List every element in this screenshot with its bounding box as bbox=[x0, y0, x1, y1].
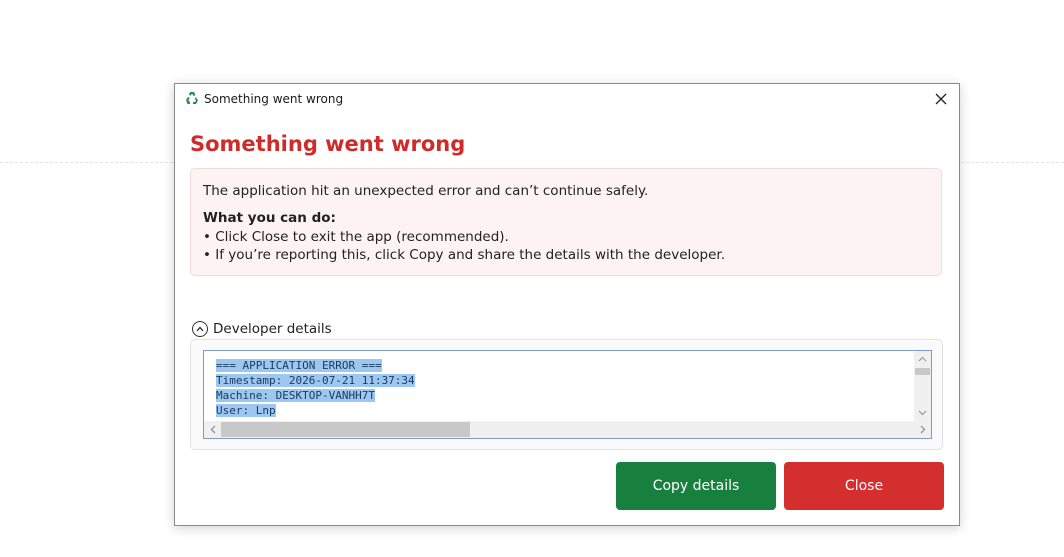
developer-details-toggle[interactable]: Developer details bbox=[192, 319, 332, 339]
title-bar: Something went wrong bbox=[175, 84, 959, 114]
error-log: === APPLICATION ERROR === Timestamp: 202… bbox=[216, 358, 415, 418]
window-title: Something went wrong bbox=[204, 92, 344, 106]
bullet-item: • Click Close to exit the app (recommend… bbox=[203, 229, 509, 245]
what-you-can-do-heading: What you can do: bbox=[203, 210, 336, 226]
horizontal-scrollbar[interactable] bbox=[204, 421, 931, 438]
copy-details-button[interactable]: Copy details bbox=[616, 462, 776, 510]
vertical-scrollbar[interactable] bbox=[914, 351, 931, 421]
scroll-right-arrow-icon[interactable] bbox=[914, 421, 931, 438]
close-icon bbox=[935, 93, 947, 105]
window-close-button[interactable] bbox=[929, 89, 953, 109]
error-log-textarea[interactable]: === APPLICATION ERROR === Timestamp: 202… bbox=[203, 350, 932, 439]
error-message-box: The application hit an unexpected error … bbox=[190, 168, 942, 276]
recycle-app-icon bbox=[186, 92, 198, 104]
close-button[interactable]: Close bbox=[784, 462, 944, 510]
bullet-item: • If you’re reporting this, click Copy a… bbox=[203, 247, 725, 263]
scroll-down-arrow-icon[interactable] bbox=[914, 405, 931, 420]
scroll-up-arrow-icon[interactable] bbox=[914, 351, 931, 366]
vertical-scroll-thumb[interactable] bbox=[915, 368, 930, 375]
horizontal-scroll-thumb[interactable] bbox=[221, 422, 470, 437]
log-line: Machine: DESKTOP-VANHH7T bbox=[216, 389, 375, 402]
chevron-up-icon bbox=[192, 321, 208, 337]
developer-details-label: Developer details bbox=[213, 321, 332, 337]
error-heading: Something went wrong bbox=[190, 132, 466, 156]
error-message: The application hit an unexpected error … bbox=[203, 183, 649, 199]
log-line: Timestamp: 2026-07-21 11:37:34 bbox=[216, 374, 415, 387]
log-line: User: Lnp bbox=[216, 404, 276, 417]
developer-details-panel: === APPLICATION ERROR === Timestamp: 202… bbox=[190, 339, 943, 450]
log-line: === APPLICATION ERROR === bbox=[216, 359, 382, 372]
scroll-left-arrow-icon[interactable] bbox=[204, 421, 221, 438]
error-dialog: Something went wrong Something went wron… bbox=[174, 83, 960, 526]
